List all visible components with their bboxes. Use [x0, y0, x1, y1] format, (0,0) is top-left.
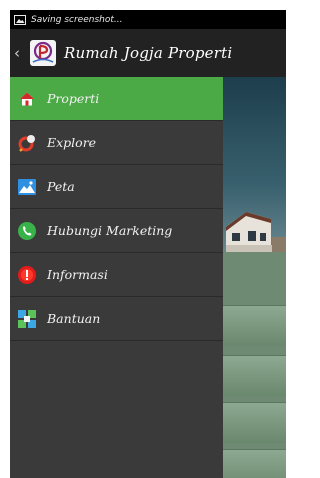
image-icon [14, 14, 26, 25]
drawer-item-peta[interactable]: Peta [10, 165, 223, 209]
help-grid-icon [18, 309, 36, 328]
drawer-item-explore[interactable]: Explore [10, 121, 223, 165]
map-image-icon [18, 178, 36, 196]
explore-icon [18, 134, 36, 152]
drawer-item-label: Explore [47, 135, 97, 150]
drawer-item-label: Properti [47, 91, 100, 106]
back-caret-icon[interactable]: ‹ [14, 44, 26, 62]
drawer-item-label: Hubungi Marketing [47, 223, 173, 238]
drawer-item-informasi[interactable]: Informasi [10, 253, 223, 297]
content-behind-drawer [223, 77, 286, 478]
list-card [223, 402, 286, 443]
app-bar: ‹ Rumah Jogja Properti [10, 29, 286, 77]
status-bar: Saving screenshot... [10, 10, 286, 29]
list-card [223, 355, 286, 396]
phone-icon [18, 221, 36, 240]
app-logo[interactable] [30, 40, 56, 66]
info-icon [18, 265, 36, 284]
drawer-item-properti[interactable]: Properti [10, 77, 223, 121]
drawer-item-label: Peta [47, 179, 75, 194]
drawer-item-hubungi-marketing[interactable]: Hubungi Marketing [10, 209, 223, 253]
home-icon [18, 90, 36, 108]
property-house-image [226, 212, 286, 255]
status-text: Saving screenshot... [31, 14, 123, 25]
drawer-item-label: Bantuan [47, 311, 101, 326]
phone-screen: Saving screenshot... ‹ Rumah Jogja Prope… [10, 10, 286, 478]
app-title: Rumah Jogja Properti [64, 44, 233, 62]
drawer-empty-area [10, 341, 223, 478]
drawer-item-label: Informasi [47, 267, 108, 282]
navigation-drawer: Properti Explore Peta Hubungi Marketing … [10, 77, 223, 478]
list-card [223, 305, 286, 346]
drawer-item-bantuan[interactable]: Bantuan [10, 297, 223, 341]
list-card [223, 449, 286, 478]
